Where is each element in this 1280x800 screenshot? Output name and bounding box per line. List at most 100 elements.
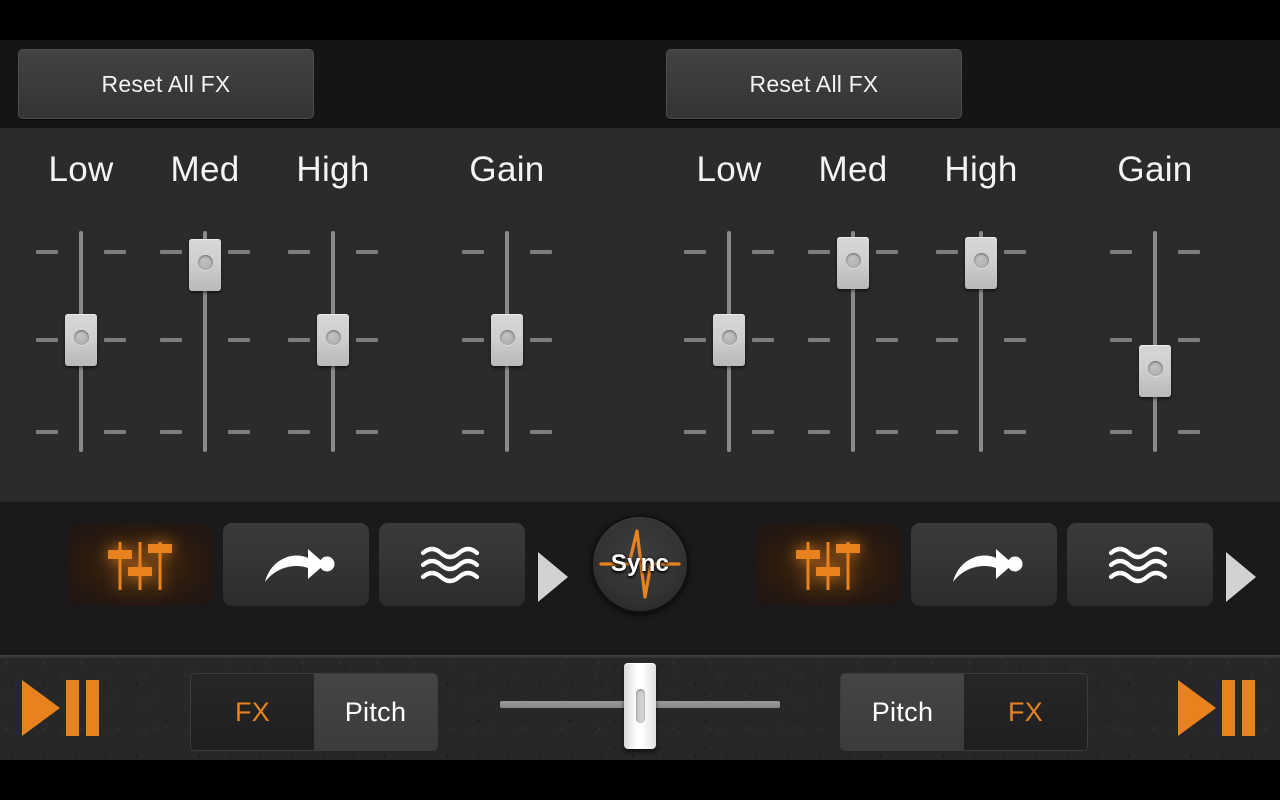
slider-right-gain[interactable]: Gain xyxy=(1090,128,1220,502)
slider-label: Low xyxy=(48,150,114,189)
slider-tick-2-l xyxy=(684,430,706,434)
echo-arrow-dot-icon xyxy=(953,548,1023,582)
slider-tick-2-r xyxy=(228,430,250,434)
slider-tick-0-l xyxy=(160,250,182,254)
slider-thumb[interactable] xyxy=(1139,345,1171,397)
slider-tick-2-r xyxy=(1178,430,1200,434)
slider-tick-1-r xyxy=(356,338,378,342)
slider-label: Med xyxy=(170,150,240,189)
slider-tick-1-r xyxy=(228,338,250,342)
fx-pitch-toggle-left[interactable]: FX Pitch xyxy=(190,673,438,751)
slider-label: High xyxy=(944,150,1018,189)
slider-tick-2-r xyxy=(104,430,126,434)
fx-button-right-2[interactable] xyxy=(1067,523,1213,606)
slider-tick-0-r xyxy=(104,250,126,254)
dj-mixer-screen: Reset All FX Reset All FX Low Med High Gain… xyxy=(0,0,1280,800)
slider-tick-2-l xyxy=(1110,430,1132,434)
sync-label: Sync xyxy=(610,550,670,577)
slider-tick-1-r xyxy=(104,338,126,342)
slider-tick-0-l xyxy=(684,250,706,254)
fx-next-right-button[interactable] xyxy=(1226,552,1256,602)
slider-tick-0-r xyxy=(356,250,378,254)
segment-left-fx[interactable]: FX xyxy=(191,674,314,750)
slider-tick-2-l xyxy=(36,430,58,434)
fx-button-right-1[interactable] xyxy=(911,523,1057,606)
fx-next-left-button[interactable] xyxy=(538,552,568,602)
slider-thumb[interactable] xyxy=(965,237,997,289)
fx-pitch-toggle-right[interactable]: Pitch FX xyxy=(840,673,1088,751)
slider-track[interactable] xyxy=(1153,231,1157,452)
slider-thumb[interactable] xyxy=(189,239,221,291)
play-pause-button-right[interactable] xyxy=(1178,676,1258,740)
slider-left-low[interactable]: Low xyxy=(16,128,146,502)
slider-tick-0-l xyxy=(1110,250,1132,254)
slider-thumb[interactable] xyxy=(317,314,349,366)
slider-tick-1-r xyxy=(1178,338,1200,342)
slider-right-high[interactable]: High xyxy=(916,128,1046,502)
segment-right-pitch[interactable]: Pitch xyxy=(841,674,964,750)
top-black-bar xyxy=(0,0,1280,40)
slider-thumb[interactable] xyxy=(65,314,97,366)
slider-tick-1-l xyxy=(462,338,484,342)
reset-fx-row: Reset All FX Reset All FX xyxy=(0,40,1280,128)
slider-tick-1-l xyxy=(288,338,310,342)
slider-tick-2-r xyxy=(876,430,898,434)
slider-tick-0-r xyxy=(876,250,898,254)
slider-tick-2-l xyxy=(160,430,182,434)
slider-tick-0-r xyxy=(530,250,552,254)
slider-tick-1-r xyxy=(530,338,552,342)
reset-all-fx-button-left[interactable]: Reset All FX xyxy=(18,49,314,119)
slider-tick-2-l xyxy=(936,430,958,434)
slider-thumb[interactable] xyxy=(491,314,523,366)
sync-button[interactable]: Sync xyxy=(591,515,689,613)
slider-tick-1-r xyxy=(876,338,898,342)
waves-icon xyxy=(1108,546,1168,583)
slider-label: Gain xyxy=(469,150,545,189)
play-triangle-icon xyxy=(1178,680,1216,736)
slider-tick-1-r xyxy=(1004,338,1026,342)
fx-button-left-0[interactable] xyxy=(67,523,213,606)
slider-tick-1-l xyxy=(684,338,706,342)
reset-all-fx-button-right[interactable]: Reset All FX xyxy=(666,49,962,119)
echo-arrow-dot-icon xyxy=(265,548,335,582)
slider-label: Low xyxy=(696,150,762,189)
slider-tick-0-l xyxy=(808,250,830,254)
crossfader-thumb[interactable] xyxy=(624,663,656,749)
slider-tick-2-r xyxy=(530,430,552,434)
fx-button-right-0[interactable] xyxy=(755,523,901,606)
slider-tick-0-r xyxy=(752,250,774,254)
slider-tick-2-l xyxy=(808,430,830,434)
slider-left-gain[interactable]: Gain xyxy=(442,128,572,502)
slider-tick-0-l xyxy=(36,250,58,254)
bottom-black-bar xyxy=(0,760,1280,800)
slider-right-low[interactable]: Low xyxy=(664,128,794,502)
slider-thumb[interactable] xyxy=(713,314,745,366)
slider-tick-1-r xyxy=(752,338,774,342)
eq-panel: Low Med High Gain Low Med High Gain xyxy=(0,128,1280,502)
slider-tick-0-l xyxy=(462,250,484,254)
eq-faders-icon xyxy=(108,541,172,590)
slider-tick-2-l xyxy=(288,430,310,434)
pause-bar-icon-1 xyxy=(1242,680,1255,736)
slider-left-med[interactable]: Med xyxy=(140,128,270,502)
slider-tick-1-l xyxy=(1110,338,1132,342)
slider-tick-2-l xyxy=(462,430,484,434)
slider-tick-1-l xyxy=(160,338,182,342)
slider-right-med[interactable]: Med xyxy=(788,128,918,502)
segment-left-pitch[interactable]: Pitch xyxy=(314,674,437,750)
slider-tick-0-l xyxy=(288,250,310,254)
slider-tick-2-r xyxy=(1004,430,1026,434)
segment-right-fx[interactable]: FX xyxy=(964,674,1087,750)
eq-faders-icon xyxy=(796,541,860,590)
slider-thumb[interactable] xyxy=(837,237,869,289)
slider-tick-1-l xyxy=(808,338,830,342)
slider-tick-0-l xyxy=(936,250,958,254)
slider-tick-1-l xyxy=(936,338,958,342)
fx-button-left-2[interactable] xyxy=(379,523,525,606)
slider-tick-2-r xyxy=(752,430,774,434)
play-pause-button-left[interactable] xyxy=(22,676,102,740)
fx-button-left-1[interactable] xyxy=(223,523,369,606)
slider-left-high[interactable]: High xyxy=(268,128,398,502)
slider-label: Gain xyxy=(1117,150,1193,189)
slider-tick-1-l xyxy=(36,338,58,342)
